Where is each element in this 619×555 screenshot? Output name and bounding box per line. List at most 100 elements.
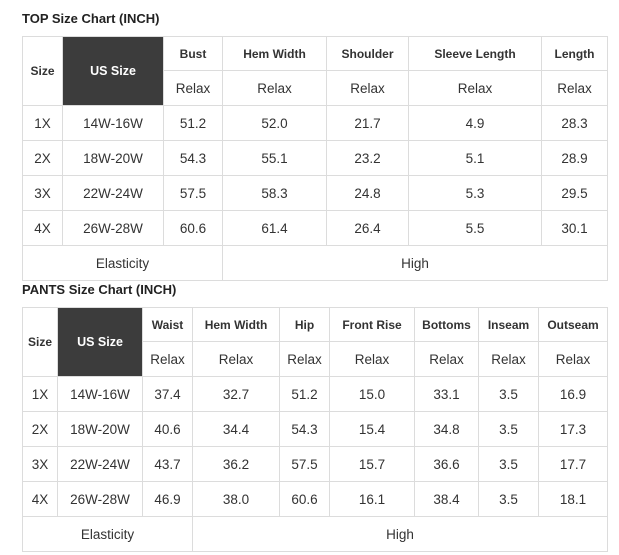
relax-label: Relax xyxy=(414,341,479,377)
value-cell: 5.5 xyxy=(408,210,542,246)
relax-label: Relax xyxy=(279,341,330,377)
value-cell: 21.7 xyxy=(326,105,409,141)
value-cell: 18.1 xyxy=(538,481,608,517)
value-cell: 61.4 xyxy=(222,210,327,246)
value-cell: 51.2 xyxy=(163,105,223,141)
value-cell: 57.5 xyxy=(163,175,223,211)
table-row: 4X 26W-28W 60.6 61.4 26.4 5.5 30.1 xyxy=(22,210,608,246)
top-chart-title: TOP Size Chart (INCH) xyxy=(22,11,160,26)
value-cell: 16.9 xyxy=(538,376,608,412)
size-cell: 3X xyxy=(22,446,58,482)
value-cell: 60.6 xyxy=(163,210,223,246)
us-size-header: US Size xyxy=(62,36,164,106)
value-cell: 54.3 xyxy=(279,411,330,447)
us-size-cell: 22W-24W xyxy=(57,446,143,482)
value-cell: 36.2 xyxy=(192,446,280,482)
value-cell: 52.0 xyxy=(222,105,327,141)
column-header-shoulder: Shoulder xyxy=(326,36,409,71)
table-row: 4X 26W-28W 46.9 38.0 60.6 16.1 38.4 3.5 … xyxy=(22,481,608,517)
value-cell: 23.2 xyxy=(326,140,409,176)
column-header-outseam: Outseam xyxy=(538,307,608,342)
column-header-hip: Hip xyxy=(279,307,330,342)
size-cell: 1X xyxy=(22,376,58,412)
value-cell: 15.0 xyxy=(329,376,415,412)
elasticity-label: Elasticity xyxy=(22,245,223,281)
value-cell: 34.4 xyxy=(192,411,280,447)
pants-size-table: Size US Size Waist Hem Width Hip Front R… xyxy=(22,307,608,552)
relax-label: Relax xyxy=(408,70,542,106)
value-cell: 28.9 xyxy=(541,140,608,176)
value-cell: 17.7 xyxy=(538,446,608,482)
relax-label: Relax xyxy=(326,70,409,106)
value-cell: 29.5 xyxy=(541,175,608,211)
value-cell: 5.3 xyxy=(408,175,542,211)
value-cell: 37.4 xyxy=(142,376,193,412)
table-row: 2X 18W-20W 40.6 34.4 54.3 15.4 34.8 3.5 … xyxy=(22,411,608,447)
value-cell: 46.9 xyxy=(142,481,193,517)
value-cell: 36.6 xyxy=(414,446,479,482)
elasticity-value: High xyxy=(222,245,608,281)
value-cell: 30.1 xyxy=(541,210,608,246)
relax-label: Relax xyxy=(142,341,193,377)
size-cell: 2X xyxy=(22,140,63,176)
value-cell: 32.7 xyxy=(192,376,280,412)
us-size-cell: 22W-24W xyxy=(62,175,164,211)
size-cell: 2X xyxy=(22,411,58,447)
size-cell: 4X xyxy=(22,481,58,517)
relax-label: Relax xyxy=(163,70,223,106)
value-cell: 3.5 xyxy=(478,376,539,412)
us-size-cell: 14W-16W xyxy=(62,105,164,141)
value-cell: 15.7 xyxy=(329,446,415,482)
table-row: 1X 14W-16W 37.4 32.7 51.2 15.0 33.1 3.5 … xyxy=(22,376,608,412)
value-cell: 34.8 xyxy=(414,411,479,447)
table-row: 3X 22W-24W 57.5 58.3 24.8 5.3 29.5 xyxy=(22,175,608,211)
column-header-sleeve-length: Sleeve Length xyxy=(408,36,542,71)
value-cell: 57.5 xyxy=(279,446,330,482)
value-cell: 4.9 xyxy=(408,105,542,141)
size-cell: 3X xyxy=(22,175,63,211)
value-cell: 40.6 xyxy=(142,411,193,447)
value-cell: 3.5 xyxy=(478,481,539,517)
value-cell: 15.4 xyxy=(329,411,415,447)
relax-label: Relax xyxy=(329,341,415,377)
value-cell: 38.4 xyxy=(414,481,479,517)
value-cell: 55.1 xyxy=(222,140,327,176)
value-cell: 38.0 xyxy=(192,481,280,517)
size-cell: 4X xyxy=(22,210,63,246)
elasticity-value: High xyxy=(192,516,608,552)
us-size-cell: 26W-28W xyxy=(62,210,164,246)
us-size-cell: 18W-20W xyxy=(62,140,164,176)
value-cell: 3.5 xyxy=(478,411,539,447)
value-cell: 43.7 xyxy=(142,446,193,482)
size-cell: 1X xyxy=(22,105,63,141)
value-cell: 17.3 xyxy=(538,411,608,447)
top-size-table: Size US Size Bust Hem Width Shoulder Sle… xyxy=(22,36,608,281)
value-cell: 33.1 xyxy=(414,376,479,412)
value-cell: 5.1 xyxy=(408,140,542,176)
value-cell: 60.6 xyxy=(279,481,330,517)
table-row: 3X 22W-24W 43.7 36.2 57.5 15.7 36.6 3.5 … xyxy=(22,446,608,482)
column-header-hem-width: Hem Width xyxy=(192,307,280,342)
us-size-cell: 18W-20W xyxy=(57,411,143,447)
relax-label: Relax xyxy=(192,341,280,377)
value-cell: 26.4 xyxy=(326,210,409,246)
column-header-waist: Waist xyxy=(142,307,193,342)
column-header-bottoms: Bottoms xyxy=(414,307,479,342)
value-cell: 16.1 xyxy=(329,481,415,517)
table-row: 2X 18W-20W 54.3 55.1 23.2 5.1 28.9 xyxy=(22,140,608,176)
pants-chart-title: PANTS Size Chart (INCH) xyxy=(22,282,177,297)
table-row: 1X 14W-16W 51.2 52.0 21.7 4.9 28.3 xyxy=(22,105,608,141)
elasticity-label: Elasticity xyxy=(22,516,193,552)
size-header: Size xyxy=(22,307,58,377)
us-size-header: US Size xyxy=(57,307,143,377)
us-size-cell: 26W-28W xyxy=(57,481,143,517)
column-header-length: Length xyxy=(541,36,608,71)
relax-label: Relax xyxy=(222,70,327,106)
relax-label: Relax xyxy=(541,70,608,106)
value-cell: 3.5 xyxy=(478,446,539,482)
size-header: Size xyxy=(22,36,63,106)
value-cell: 51.2 xyxy=(279,376,330,412)
column-header-bust: Bust xyxy=(163,36,223,71)
value-cell: 54.3 xyxy=(163,140,223,176)
value-cell: 28.3 xyxy=(541,105,608,141)
